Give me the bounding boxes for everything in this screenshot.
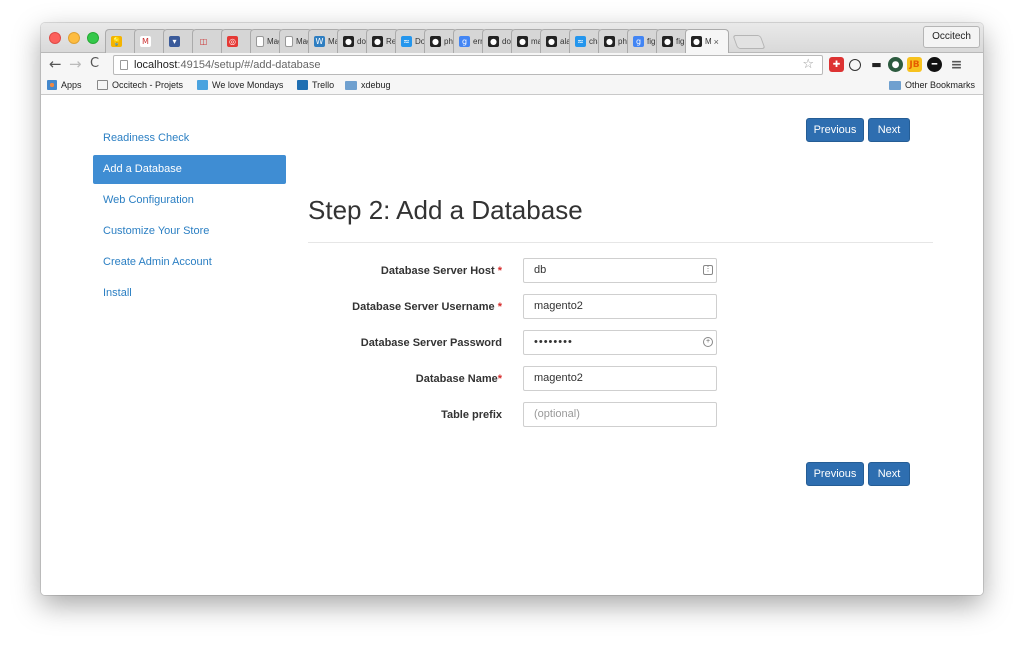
- folder-icon: [889, 80, 901, 90]
- url-text[interactable]: localhost:49154/setup/#/add-database: [134, 59, 321, 71]
- form-row-dbname: Database Name* magento2: [308, 366, 718, 392]
- apps-icon: [47, 80, 57, 90]
- github-icon: ●: [546, 36, 557, 47]
- wizard-step-create-admin-account[interactable]: Create Admin Account: [93, 248, 286, 277]
- gmail-icon: M: [140, 36, 151, 47]
- form-row-username: Database Server Username * magento2: [308, 294, 718, 320]
- github-icon: ●: [691, 36, 702, 47]
- dark-extension-icon[interactable]: ━: [927, 57, 942, 72]
- wizard-step-customize-your-store[interactable]: Customize Your Store: [93, 217, 286, 246]
- tab-list: 💡 M ▾ ◫ ◎ Mag Mag W Mag ● doci ● Rele ≈ Doc ● php g erro ● d…: [105, 29, 766, 53]
- occitech-icon: [97, 80, 108, 90]
- bookmark-trello[interactable]: Trello: [297, 80, 334, 90]
- shield-icon: ▾: [169, 36, 180, 47]
- minimize-window-button[interactable]: [68, 32, 80, 44]
- github-icon: ●: [372, 36, 383, 47]
- previous-button-top[interactable]: Previous: [806, 118, 864, 142]
- colorzilla-icon[interactable]: ●: [888, 57, 903, 72]
- docker-icon: ≈: [401, 36, 412, 47]
- heart-icon: [197, 80, 208, 90]
- bookmark-other[interactable]: Other Bookmarks: [889, 80, 975, 90]
- folder-icon: [345, 80, 357, 90]
- db-password-input[interactable]: ••••••••: [523, 330, 717, 355]
- wizard-steps-nav: Readiness Check Add a Database Web Configu…: [93, 124, 286, 310]
- menu-icon[interactable]: ≡: [949, 57, 964, 73]
- bookmark-xdebug[interactable]: xdebug: [345, 80, 391, 90]
- wordpress-icon: W: [314, 36, 325, 47]
- page-title: Step 2: Add a Database: [308, 195, 583, 225]
- wizard-step-web-configuration[interactable]: Web Configuration: [93, 186, 286, 215]
- tab-title: M: [705, 37, 712, 46]
- extension-icon[interactable]: ✚: [829, 57, 844, 72]
- github-icon: ●: [604, 36, 615, 47]
- target-icon: ◎: [227, 36, 238, 47]
- occitech-icon: ◫: [198, 36, 209, 47]
- form-row-host: Database Server Host * db ⋮: [308, 258, 718, 284]
- profile-button[interactable]: Occitech: [923, 26, 980, 48]
- new-tab-button[interactable]: [732, 35, 766, 49]
- address-bar[interactable]: localhost:49154/setup/#/add-database ☆: [113, 55, 823, 75]
- wizard-step-add-a-database[interactable]: Add a Database: [93, 155, 286, 184]
- username-label: Database Server Username *: [352, 301, 502, 313]
- wizard-step-readiness-check[interactable]: Readiness Check: [93, 124, 286, 153]
- next-button-top[interactable]: Next: [868, 118, 910, 142]
- browser-window: 💡 M ▾ ◫ ◎ Mag Mag W Mag ● doci ● Rele ≈ Doc ● php g erro ● d…: [41, 23, 983, 595]
- bookmark-we-love-mondays[interactable]: We love Mondays: [197, 80, 283, 90]
- autofill-icon[interactable]: ⋮: [703, 265, 713, 275]
- previous-button-bottom[interactable]: Previous: [806, 462, 864, 486]
- zoom-window-button[interactable]: [87, 32, 99, 44]
- close-window-button[interactable]: [49, 32, 61, 44]
- github-icon: ●: [430, 36, 441, 47]
- form-row-prefix: Table prefix (optional): [308, 402, 718, 428]
- block-icon[interactable]: [849, 59, 861, 71]
- next-button-bottom[interactable]: Next: [868, 462, 910, 486]
- bookmark-apps[interactable]: Apps: [47, 80, 82, 90]
- github-icon: ●: [662, 36, 673, 47]
- github-icon: ●: [343, 36, 354, 47]
- db-host-input[interactable]: db: [523, 258, 717, 283]
- back-icon[interactable]: ←: [49, 56, 62, 72]
- form-row-password: Database Server Password •••••••• +: [308, 330, 718, 356]
- github-icon: ●: [517, 36, 528, 47]
- forward-icon[interactable]: →: [69, 56, 82, 72]
- password-key-icon[interactable]: +: [703, 337, 713, 347]
- bookmark-occitech[interactable]: Occitech - Projets: [97, 80, 183, 90]
- page-icon: [256, 36, 264, 47]
- bookmark-star-icon[interactable]: ☆: [802, 57, 814, 72]
- dbname-label: Database Name*: [415, 373, 502, 385]
- password-label: Database Server Password: [360, 337, 502, 349]
- db-name-input[interactable]: magento2: [523, 366, 717, 391]
- host-label: Database Server Host *: [380, 265, 502, 277]
- wizard-step-install[interactable]: Install: [93, 279, 286, 308]
- browser-toolbar: ← → C localhost:49154/setup/#/add-databa…: [41, 53, 983, 77]
- google-icon: g: [633, 36, 644, 47]
- setup-page: Readiness Check Add a Database Web Configu…: [41, 95, 983, 595]
- close-tab-icon[interactable]: ×: [714, 37, 719, 47]
- db-username-input[interactable]: magento2: [523, 294, 717, 319]
- page-icon: [120, 60, 128, 70]
- bookmarks-bar: Apps Occitech - Projets We love Mondays …: [41, 77, 983, 95]
- google-icon: g: [459, 36, 470, 47]
- page-icon: [285, 36, 293, 47]
- jetbrains-icon[interactable]: JB: [907, 57, 922, 72]
- tab-strip: 💡 M ▾ ◫ ◎ Mag Mag W Mag ● doci ● Rele ≈ Doc ● php g erro ● d…: [41, 23, 983, 53]
- divider: [308, 242, 933, 243]
- prefix-label: Table prefix: [441, 409, 502, 421]
- docker-icon: ≈: [575, 36, 586, 47]
- reload-icon[interactable]: C: [90, 56, 99, 72]
- table-prefix-input[interactable]: (optional): [523, 402, 717, 427]
- glasses-icon[interactable]: ▬: [869, 57, 884, 72]
- trello-icon: [297, 80, 308, 90]
- keep-icon: 💡: [111, 36, 122, 47]
- active-browser-tab[interactable]: ● M ×: [685, 29, 729, 53]
- github-icon: ●: [488, 36, 499, 47]
